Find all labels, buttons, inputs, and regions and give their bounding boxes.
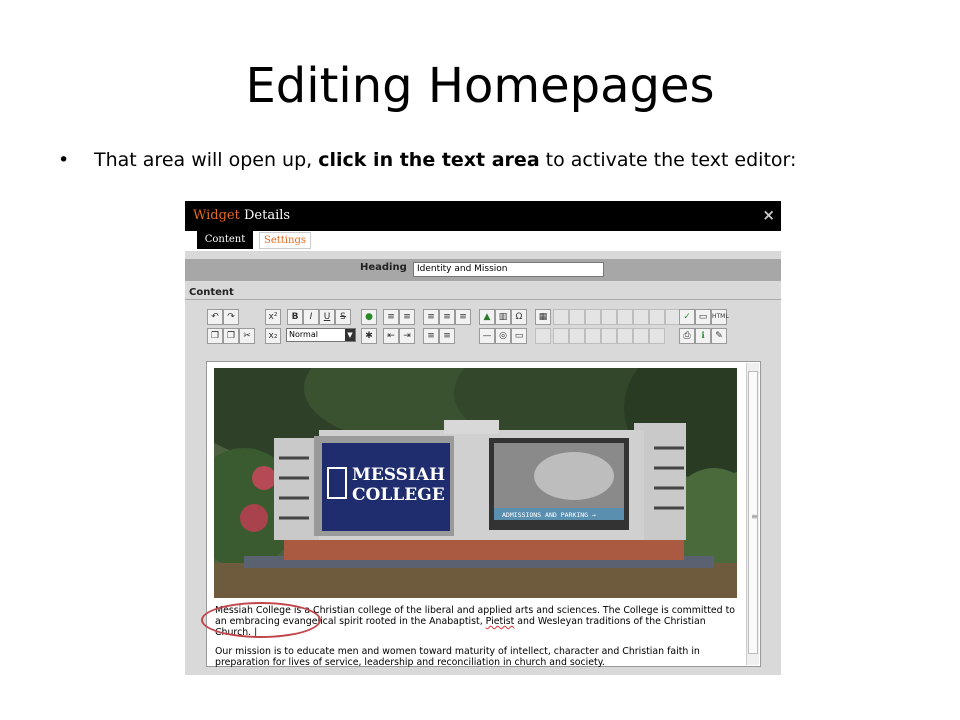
- copy-icon[interactable]: ❐: [207, 328, 223, 344]
- table-prop-icon: [617, 328, 633, 344]
- table-icon[interactable]: ▦: [535, 309, 551, 325]
- text-editor-area[interactable]: MESSIAH COLLEGE ADMISSIONS AND PARKING →…: [201, 361, 761, 668]
- justify-icon[interactable]: ≡: [439, 328, 455, 344]
- cut-icon[interactable]: ✂: [239, 328, 255, 344]
- unlink-icon[interactable]: ✱: [361, 328, 377, 344]
- justify-icon[interactable]: ≡: [423, 328, 439, 344]
- spellcheck-icon[interactable]: ✓: [679, 309, 695, 325]
- bold-icon[interactable]: B: [287, 309, 303, 325]
- editor-toolbar: ↶ ↷ x² B I U S ● ≡ ≡ ≡ ≡ ≡ ▲ ▥ Ω ▦ ✓ ▭ H…: [203, 307, 765, 347]
- underline-icon[interactable]: U: [319, 309, 335, 325]
- format-select[interactable]: Normal ▼: [286, 328, 356, 342]
- table-prop-icon: [569, 328, 585, 344]
- table-row-icon: [553, 309, 569, 325]
- widget-tabs: Content Settings: [185, 231, 781, 251]
- link-icon[interactable]: ●: [361, 309, 377, 325]
- outdent-icon[interactable]: ⇤: [383, 328, 399, 344]
- bullet-text: That area will open up, click in the tex…: [94, 149, 797, 171]
- sign-text-2: COLLEGE: [352, 485, 445, 505]
- superscript-icon[interactable]: x²: [265, 309, 281, 325]
- align-center-icon[interactable]: ≡: [439, 309, 455, 325]
- table-col-icon: [617, 309, 633, 325]
- slide-title: Editing Homepages: [245, 58, 715, 114]
- table-prop-icon: [649, 328, 665, 344]
- align-right-icon[interactable]: ≡: [455, 309, 471, 325]
- image-icon[interactable]: ▲: [479, 309, 495, 325]
- bullet-bold: click in the text area: [318, 149, 540, 171]
- redo-icon[interactable]: ↷: [223, 309, 239, 325]
- scrollbar[interactable]: ≡: [746, 363, 759, 665]
- highlight-ellipse: [201, 602, 321, 638]
- campus-sign-image: MESSIAH COLLEGE ADMISSIONS AND PARKING →: [214, 368, 737, 598]
- bullet-dot: •: [58, 149, 70, 171]
- media-icon[interactable]: ▥: [495, 309, 511, 325]
- strikethrough-icon[interactable]: S: [335, 309, 351, 325]
- table-col-icon: [601, 309, 617, 325]
- scrollbar-thumb[interactable]: ≡: [748, 371, 758, 654]
- table-row-icon: [585, 309, 601, 325]
- divider: [185, 299, 781, 300]
- embed-icon[interactable]: ▭: [511, 328, 527, 344]
- heading-input[interactable]: Identity and Mission: [413, 262, 604, 277]
- italic-icon[interactable]: I: [303, 309, 319, 325]
- omega-icon[interactable]: Ω: [511, 309, 527, 325]
- chevron-down-icon: ▼: [345, 329, 355, 341]
- undo-icon[interactable]: ↶: [207, 309, 223, 325]
- widget-titlebar: Widget Details ×: [185, 201, 781, 231]
- table-prop-icon: [585, 328, 601, 344]
- unordered-list-icon[interactable]: ≡: [399, 309, 415, 325]
- subscript-icon[interactable]: x₂: [265, 328, 281, 344]
- widget-title: Widget Details: [193, 208, 291, 223]
- sign-text-1: MESSIAH: [352, 465, 445, 485]
- print-icon[interactable]: ⎙: [679, 328, 695, 344]
- anchor-icon[interactable]: ◎: [495, 328, 511, 344]
- content-label: Content: [189, 287, 234, 298]
- editor-paragraph-2: Our mission is to educate men and women …: [215, 646, 700, 668]
- paste-icon[interactable]: ❐: [223, 328, 239, 344]
- html-icon[interactable]: HTML: [711, 309, 729, 325]
- sign-banner: ADMISSIONS AND PARKING →: [502, 511, 596, 519]
- table-prop-icon: [553, 328, 569, 344]
- ordered-list-icon[interactable]: ≡: [383, 309, 399, 325]
- indent-icon[interactable]: ⇥: [399, 328, 415, 344]
- table-row-icon: [569, 309, 585, 325]
- horizontal-rule-icon[interactable]: —: [479, 328, 495, 344]
- table-cell-icon: [649, 309, 665, 325]
- heading-row: Heading Identity and Mission: [185, 259, 781, 281]
- tab-content[interactable]: Content: [197, 231, 253, 249]
- campus-sign-photo: MESSIAH COLLEGE ADMISSIONS AND PARKING →: [214, 368, 737, 598]
- table-prop-icon: [535, 328, 551, 344]
- tab-settings[interactable]: Settings: [259, 232, 311, 249]
- align-left-icon[interactable]: ≡: [423, 309, 439, 325]
- info-icon[interactable]: ℹ: [695, 328, 711, 344]
- close-icon[interactable]: ×: [762, 206, 775, 224]
- heading-label: Heading: [360, 262, 407, 273]
- table-col-icon: [633, 309, 649, 325]
- table-prop-icon: [601, 328, 617, 344]
- edit-icon[interactable]: ✎: [711, 328, 727, 344]
- preview-icon[interactable]: ▭: [695, 309, 711, 325]
- widget-details-screenshot: Widget Details × Content Settings Headin…: [185, 201, 781, 675]
- table-prop-icon: [633, 328, 649, 344]
